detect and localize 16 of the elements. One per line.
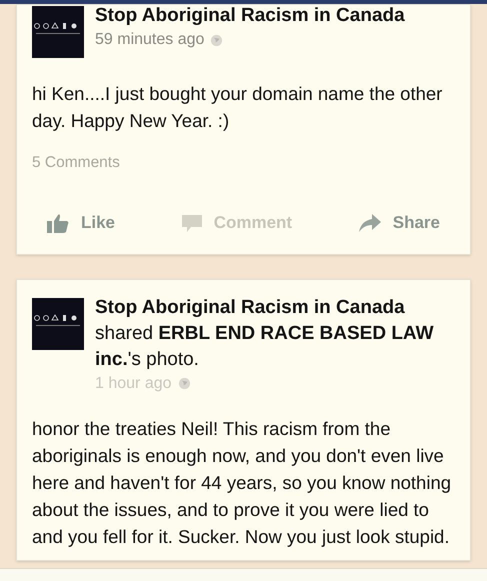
comment-count[interactable]: 5 Comments: [32, 151, 455, 174]
page-avatar-icon: [32, 298, 84, 350]
shared-line: shared ERBL END RACE BASED LAW inc.'s photo.: [95, 322, 435, 372]
like-button[interactable]: Like: [47, 210, 116, 236]
author-name[interactable]: Stop Aboriginal Racism in Canada: [95, 294, 455, 321]
author-name[interactable]: Stop Aboriginal Racism in Canada: [95, 4, 405, 29]
post-text: hi Ken....I just bought your domain name the other day. Happy New Year. :): [32, 82, 444, 133]
post-text: honor the treaties Neil! This racism from the aboriginals is enough now, and you don't even live here and haven't for 44 years, so you know nothing about the issues, and to prove it you were lied to and you fell for it. Sucker. Now you just look stupid.: [32, 416, 452, 549]
share-button[interactable]: Share: [358, 210, 440, 236]
post-time: 59 minutes ago: [95, 30, 204, 50]
speech-bubble-icon: [182, 213, 202, 233]
globe-icon: [178, 377, 191, 390]
page-avatar-icon: [32, 6, 84, 58]
share-arrow-icon: [358, 214, 381, 232]
thumbs-up-icon: [47, 213, 69, 233]
globe-icon: [210, 34, 224, 46]
